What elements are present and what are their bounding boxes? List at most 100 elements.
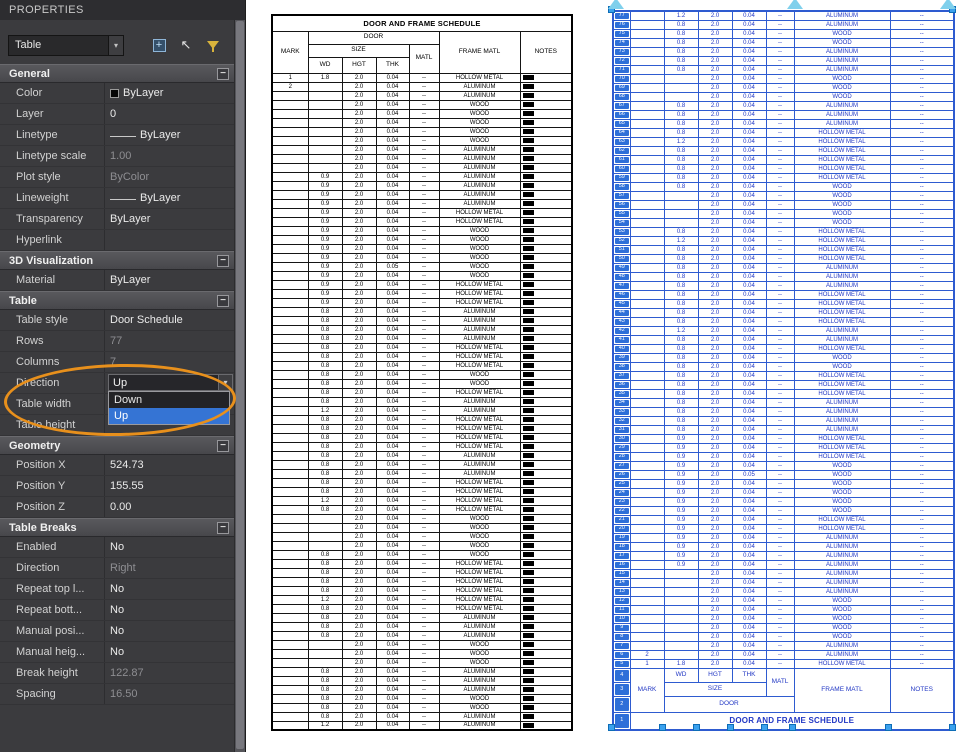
row-number-chip[interactable]: 7 <box>615 643 629 649</box>
row-number-chip[interactable]: 57 <box>615 193 629 199</box>
row-number-chip[interactable]: 13 <box>615 589 629 595</box>
row-number-chip[interactable]: 3 <box>615 684 629 695</box>
row-number-chip[interactable]: 68 <box>615 94 629 100</box>
row-number-chip[interactable]: 4 <box>615 670 629 681</box>
row-number-chip[interactable]: 35 <box>615 391 629 397</box>
row-number-chip[interactable]: 65 <box>615 121 629 127</box>
row-number-chip[interactable]: 66 <box>615 112 629 118</box>
collapse-icon[interactable]: − <box>217 68 229 80</box>
table-break-arrow-icon[interactable] <box>940 0 956 9</box>
grip-handle[interactable] <box>659 724 666 731</box>
row-number-chip[interactable]: 23 <box>615 499 629 505</box>
row-number-chip[interactable]: 32 <box>615 418 629 424</box>
row-number-chip[interactable]: 53 <box>615 229 629 235</box>
section-header-geometry[interactable]: Geometry− <box>0 436 235 455</box>
row-number-chip[interactable]: 8 <box>615 634 629 640</box>
table-break-arrow-icon[interactable] <box>608 0 624 9</box>
row-number-chip[interactable]: 38 <box>615 364 629 370</box>
toggle-pickadd-icon[interactable]: + <box>149 35 169 55</box>
row-number-chip[interactable]: 30 <box>615 436 629 442</box>
row-number-chip[interactable]: 39 <box>615 355 629 361</box>
row-number-chip[interactable]: 67 <box>615 103 629 109</box>
row-number-chip[interactable]: 42 <box>615 328 629 334</box>
row-number-chip[interactable]: 48 <box>615 274 629 280</box>
chevron-down-icon[interactable]: ▾ <box>108 36 123 55</box>
row-number-chip[interactable]: 5 <box>615 661 629 667</box>
collapse-icon[interactable]: − <box>217 522 229 534</box>
row-number-chip[interactable]: 9 <box>615 625 629 631</box>
row-number-chip[interactable]: 46 <box>615 292 629 298</box>
row-number-chip[interactable]: 41 <box>615 337 629 343</box>
collapse-icon[interactable]: − <box>217 255 229 267</box>
palette-title[interactable]: PROPERTIES <box>0 0 245 20</box>
row-number-chip[interactable]: 2 <box>615 698 629 711</box>
row-number-chip[interactable]: 27 <box>615 463 629 469</box>
property-value-position-y[interactable]: 155.55 <box>104 476 235 496</box>
row-number-chip[interactable]: 25 <box>615 481 629 487</box>
property-value-manual-heig[interactable]: No <box>104 642 235 662</box>
row-number-chip[interactable]: 12 <box>615 598 629 604</box>
property-value-hyperlink[interactable] <box>104 230 235 250</box>
row-number-chip[interactable]: 64 <box>615 130 629 136</box>
row-number-chip[interactable]: 70 <box>615 76 629 82</box>
grip-handle[interactable] <box>789 724 796 731</box>
row-number-chip[interactable]: 69 <box>615 85 629 91</box>
row-number-chip[interactable]: 20 <box>615 526 629 532</box>
row-number-chip[interactable]: 50 <box>615 256 629 262</box>
row-number-chip[interactable]: 59 <box>615 175 629 181</box>
row-number-chip[interactable]: 63 <box>615 139 629 145</box>
row-number-chip[interactable]: 11 <box>615 607 629 613</box>
quick-select-icon[interactable] <box>203 35 223 55</box>
row-number-chip[interactable]: 73 <box>615 49 629 55</box>
row-number-chip[interactable]: 19 <box>615 535 629 541</box>
row-number-chip[interactable]: 24 <box>615 490 629 496</box>
grip-handle[interactable] <box>727 724 734 731</box>
section-header-table[interactable]: Table− <box>0 291 235 310</box>
row-number-chip[interactable]: 26 <box>615 472 629 478</box>
row-number-chip[interactable]: 54 <box>615 220 629 226</box>
direction-select[interactable]: Up▾DownUp <box>108 374 233 391</box>
row-number-chip[interactable]: 49 <box>615 265 629 271</box>
row-number-chip[interactable]: 75 <box>615 31 629 37</box>
row-number-chip[interactable]: 17 <box>615 553 629 559</box>
row-number-chip[interactable]: 55 <box>615 211 629 217</box>
row-number-chip[interactable]: 14 <box>615 580 629 586</box>
row-number-chip[interactable]: 77 <box>615 13 629 19</box>
section-header-table-breaks[interactable]: Table Breaks− <box>0 518 235 537</box>
grip-handle[interactable] <box>761 724 768 731</box>
row-number-chip[interactable]: 52 <box>615 238 629 244</box>
grip-handle[interactable] <box>608 724 615 731</box>
row-number-chip[interactable]: 58 <box>615 184 629 190</box>
row-number-chip[interactable]: 71 <box>615 67 629 73</box>
property-value-lineweight[interactable]: ByLayer <box>104 188 235 208</box>
row-number-chip[interactable]: 22 <box>615 508 629 514</box>
palette-scrollbar[interactable] <box>234 20 245 752</box>
property-value-repeat-bott[interactable]: No <box>104 600 235 620</box>
row-number-chip[interactable]: 28 <box>615 454 629 460</box>
row-number-chip[interactable]: 74 <box>615 40 629 46</box>
row-number-chip[interactable]: 34 <box>615 400 629 406</box>
row-number-chip[interactable]: 18 <box>615 544 629 550</box>
property-value-repeat-top-l[interactable]: No <box>104 579 235 599</box>
collapse-icon[interactable]: − <box>217 295 229 307</box>
row-number-chip[interactable]: 37 <box>615 373 629 379</box>
grip-handle[interactable] <box>949 724 956 731</box>
grip-handle[interactable] <box>885 724 892 731</box>
door-schedule-table-cad[interactable]: 771.22.00.04--ALUMINUM--760.82.00.04--AL… <box>612 10 955 731</box>
property-value-linetype[interactable]: ByLayer <box>104 125 235 145</box>
grip-handle[interactable] <box>693 724 700 731</box>
dropdown-option-down[interactable]: Down <box>109 392 229 408</box>
property-value-position-x[interactable]: 524.73 <box>104 455 235 475</box>
property-value-manual-posi[interactable]: No <box>104 621 235 641</box>
property-value-direction[interactable]: Up▾DownUp <box>104 373 235 393</box>
row-number-chip[interactable]: 6 <box>615 652 629 658</box>
row-number-chip[interactable]: 47 <box>615 283 629 289</box>
property-value-transparency[interactable]: ByLayer <box>104 209 235 229</box>
row-number-chip[interactable]: 61 <box>615 157 629 163</box>
schedule-table-cad-selected[interactable]: 771.22.00.04--ALUMINUM--760.82.00.04--AL… <box>612 10 953 728</box>
select-objects-icon[interactable]: ↖ <box>176 35 196 55</box>
section-header-3d-visualization[interactable]: 3D Visualization− <box>0 251 235 270</box>
row-number-chip[interactable]: 15 <box>615 571 629 577</box>
row-number-chip[interactable]: 44 <box>615 310 629 316</box>
row-number-chip[interactable]: 43 <box>615 319 629 325</box>
